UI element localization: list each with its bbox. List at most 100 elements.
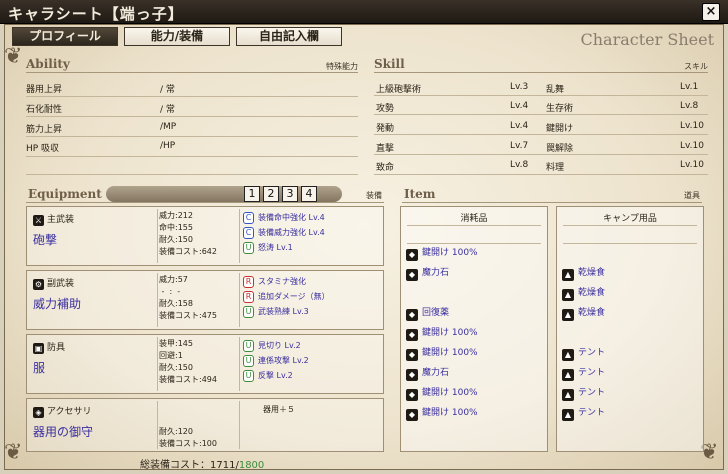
item-icon: ◆ bbox=[406, 269, 418, 281]
item-header: Item 道具 bbox=[402, 185, 702, 203]
ability-header: Ability 特殊能力 bbox=[26, 57, 358, 73]
title-bar: キャラシート【端っ子】 × bbox=[0, 0, 728, 24]
skill-subtitle: スキル bbox=[684, 62, 708, 71]
equipment-slot-armor[interactable]: ▣ 防具 服 装甲:145 回避:1 耐久:150 装備コスト:494 U 見切り … bbox=[26, 334, 384, 394]
ability-title: Ability bbox=[26, 57, 70, 71]
consumable-item[interactable]: ◆ 魔力石 bbox=[406, 266, 449, 281]
skill-name: 乱舞 bbox=[546, 85, 565, 95]
item-name: 服 bbox=[33, 361, 46, 375]
consumable-item[interactable]: ◆ 鍵開け 100% bbox=[406, 326, 478, 341]
sword-icon: ⚔ bbox=[33, 215, 44, 226]
skill-text: 装備威力強化 Lv.4 bbox=[258, 228, 325, 237]
item-stats: 威力:212 命中:155 耐久:150 装備コスト:642 bbox=[159, 211, 217, 256]
skill-level: Lv.3 bbox=[510, 82, 529, 92]
skill-header: Skill スキル bbox=[374, 57, 708, 73]
item-stats: 装甲:145 回避:1 耐久:150 装備コスト:494 bbox=[159, 339, 217, 384]
skill-text: 武装熟練 Lv.3 bbox=[258, 307, 309, 316]
close-button[interactable]: × bbox=[702, 3, 720, 21]
slot-label: 主武装 bbox=[47, 215, 75, 225]
item-icon: ◆ bbox=[406, 349, 418, 361]
item-stats: 耐久:120 装備コスト:100 bbox=[159, 427, 217, 448]
skill-name: 上級砲撃術 bbox=[376, 85, 422, 95]
skill-name: 生存術 bbox=[546, 104, 574, 114]
badge-icon: U bbox=[243, 242, 254, 254]
item-icon: ◆ bbox=[406, 369, 418, 381]
ability-value: /MP bbox=[160, 122, 177, 132]
item-icon: ◆ bbox=[406, 309, 418, 321]
badge-icon: R bbox=[243, 291, 254, 303]
badge-icon: U bbox=[243, 306, 254, 318]
consumable-item[interactable]: ◆ 鍵開け 100% bbox=[406, 246, 478, 261]
consumable-item[interactable]: ◆ 鍵開け 100% bbox=[406, 386, 478, 401]
ability-value: / 常 bbox=[160, 105, 175, 115]
skill-name: 攻勢 bbox=[376, 104, 395, 114]
camp-item[interactable]: ▲ テント bbox=[562, 386, 605, 401]
equipment-title: Equipment bbox=[28, 187, 102, 201]
camp-header: キャンプ用品 bbox=[603, 214, 657, 224]
skill-text: 見切り Lv.2 bbox=[258, 341, 301, 350]
item-name: 威力補助 bbox=[33, 297, 82, 311]
ability-name: 石化耐性 bbox=[26, 105, 63, 115]
equipment-page-4[interactable]: 4 bbox=[301, 186, 317, 202]
item-icon: ▲ bbox=[562, 269, 574, 281]
skill-level: Lv.8 bbox=[680, 101, 699, 111]
total-cost-label: 総装備コスト： bbox=[140, 460, 210, 471]
item-icon: ◆ bbox=[406, 409, 418, 421]
skill-title: Skill bbox=[374, 57, 405, 71]
equipment-slot-sub-weapon[interactable]: ⚙ 副武装 威力補助 威力:57 - : - 耐久:158 装備コスト:475 R… bbox=[26, 270, 384, 330]
badge-icon: C bbox=[243, 212, 254, 224]
tab-ability-equipment[interactable]: 能力/装備 bbox=[124, 27, 230, 46]
skill-name: 発動 bbox=[376, 124, 395, 134]
item-name: 器用の御守 bbox=[33, 425, 94, 439]
sheet-heading: Character Sheet bbox=[580, 30, 715, 49]
camp-item[interactable]: ▲ テント bbox=[562, 366, 605, 381]
item-subtitle: 道具 bbox=[684, 191, 700, 200]
item-icon: ▲ bbox=[562, 349, 574, 361]
item-icon: ▲ bbox=[562, 389, 574, 401]
skill-level: Lv.10 bbox=[680, 141, 704, 151]
tab-profile[interactable]: プロフィール bbox=[12, 27, 118, 46]
camp-item[interactable]: ▲ 乾燥食 bbox=[562, 306, 605, 321]
skill-text: 器用＋５ bbox=[263, 405, 295, 414]
ability-value: /HP bbox=[160, 141, 176, 151]
ability-name: 筋力上昇 bbox=[26, 125, 63, 135]
skill-text: 追加ダメージ（無） bbox=[258, 292, 330, 301]
gear-icon: ⚙ bbox=[33, 279, 44, 290]
character-sheet-window: キャラシート【端っ子】 × ❦ ❦ ❦ プロフィール 能力/装備 自由記入欄 C… bbox=[0, 0, 728, 474]
equipment-page-2[interactable]: 2 bbox=[263, 186, 279, 202]
item-skills: C 装備命中強化 Lv.4 C 装備威力強化 Lv.4 U 怒涛 Lv.1 bbox=[243, 211, 325, 256]
consumable-item[interactable]: ◆ 魔力石 bbox=[406, 366, 449, 381]
equipment-slot-accessory[interactable]: ◈ アクセサリ 器用の御守 耐久:120 装備コスト:100 器用＋５ bbox=[26, 398, 384, 452]
total-cost-value: 1711 bbox=[210, 460, 236, 471]
equipment-page-1[interactable]: 1 bbox=[244, 186, 260, 202]
camp-item[interactable]: ▲ テント bbox=[562, 406, 605, 421]
equipment-slot-main-weapon[interactable]: ⚔ 主武装 砲撃 威力:212 命中:155 耐久:150 装備コスト:642 C… bbox=[26, 206, 384, 266]
item-icon: ◆ bbox=[406, 249, 418, 261]
item-icon: ◆ bbox=[406, 329, 418, 341]
consumable-item[interactable]: ◆ 回復薬 bbox=[406, 306, 449, 321]
item-name: 砲撃 bbox=[33, 233, 58, 247]
item-skills: 器用＋５ bbox=[263, 403, 295, 418]
skill-text: 装備命中強化 Lv.4 bbox=[258, 213, 325, 222]
tab-free-notes[interactable]: 自由記入欄 bbox=[236, 27, 342, 46]
slot-label: 防具 bbox=[47, 343, 66, 353]
item-stats: 威力:57 - : - 耐久:158 装備コスト:475 bbox=[159, 275, 217, 320]
skill-level: Lv.8 bbox=[510, 160, 529, 170]
badge-icon: U bbox=[243, 355, 254, 367]
camp-item[interactable]: ▲ 乾燥食 bbox=[562, 266, 605, 281]
skill-name: 致命 bbox=[376, 163, 395, 173]
consumable-item[interactable]: ◆ 鍵開け 100% bbox=[406, 406, 478, 421]
slot-label: アクセサリ bbox=[47, 407, 92, 417]
ornament-icon: ❦ bbox=[4, 440, 23, 465]
item-icon: ▲ bbox=[562, 309, 574, 321]
ability-subtitle: 特殊能力 bbox=[326, 62, 358, 71]
camp-item[interactable]: ▲ 乾燥食 bbox=[562, 286, 605, 301]
consumables-header: 消耗品 bbox=[460, 214, 488, 224]
badge-icon: C bbox=[243, 227, 254, 239]
skill-level: Lv.7 bbox=[510, 141, 529, 151]
window-title: キャラシート【端っ子】 bbox=[8, 5, 184, 23]
camp-item[interactable]: ▲ テント bbox=[562, 346, 605, 361]
equipment-page-3[interactable]: 3 bbox=[282, 186, 298, 202]
consumable-item[interactable]: ◆ 鍵開け 100% bbox=[406, 346, 478, 361]
skill-level: Lv.1 bbox=[680, 82, 699, 92]
